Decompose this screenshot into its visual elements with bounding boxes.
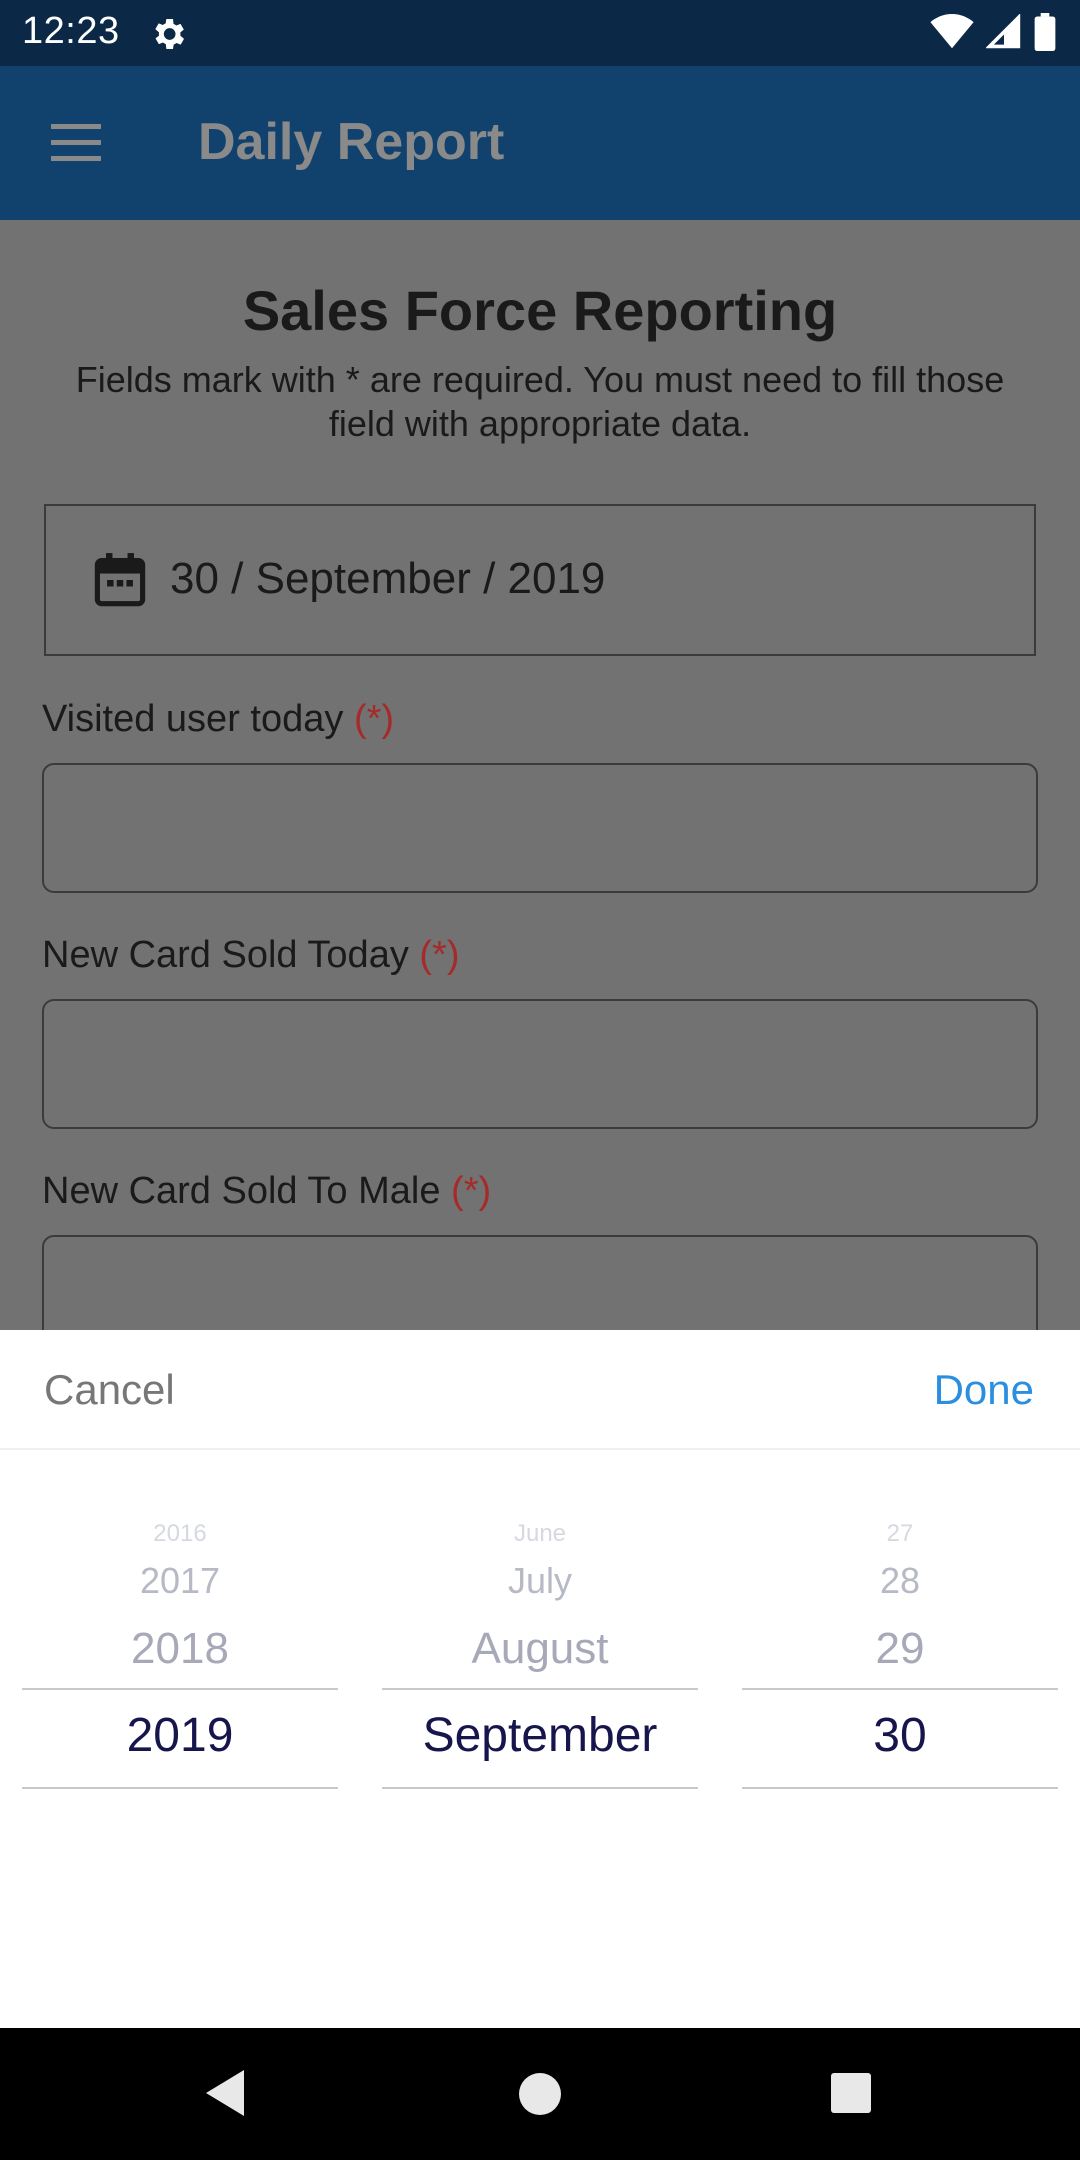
- settings-gear-icon: [155, 19, 184, 49]
- cell-signal-icon: [986, 14, 1021, 49]
- hamburger-menu-icon[interactable]: [48, 122, 106, 164]
- wheel-item[interactable]: June: [382, 1520, 698, 1548]
- new-card-male-label: New Card Sold To Male (*): [42, 1170, 492, 1212]
- battery-icon: [1034, 13, 1056, 51]
- selection-divider: [22, 1787, 338, 1789]
- month-wheel[interactable]: June July August September: [382, 1500, 698, 1800]
- new-card-male-input[interactable]: [42, 1235, 1038, 1330]
- recent-apps-icon[interactable]: [830, 2072, 872, 2114]
- date-field[interactable]: 30 / September / 2019: [44, 504, 1036, 656]
- year-wheel[interactable]: 2016 2017 2018 2019: [22, 1500, 338, 1800]
- wheel-item[interactable]: 29: [742, 1624, 1058, 1674]
- day-wheel[interactable]: 27 28 29 30: [742, 1500, 1058, 1800]
- selection-divider: [382, 1787, 698, 1789]
- visited-user-label: Visited user today (*): [42, 698, 395, 740]
- system-icons: [930, 12, 1056, 52]
- new-card-sold-label: New Card Sold Today (*): [42, 934, 460, 976]
- required-marker: (*): [419, 934, 460, 976]
- date-value: 30 / September / 2019: [170, 554, 606, 603]
- selection-divider: [742, 1787, 1058, 1789]
- wheel-item[interactable]: 27: [742, 1520, 1058, 1548]
- done-button[interactable]: Done: [934, 1366, 1034, 1414]
- wheel-item[interactable]: 2016: [22, 1520, 338, 1548]
- cancel-button[interactable]: Cancel: [44, 1366, 175, 1414]
- picker-toolbar: Cancel Done: [0, 1330, 1080, 1450]
- required-marker: (*): [451, 1170, 492, 1212]
- wheel-selected-item[interactable]: 30: [742, 1708, 1058, 1763]
- app-bar: Daily Report: [0, 66, 1080, 220]
- wheel-selected-item[interactable]: September: [382, 1708, 698, 1763]
- calendar-icon: [94, 553, 146, 607]
- wheel-item[interactable]: July: [382, 1560, 698, 1602]
- wheel-item[interactable]: 2017: [22, 1560, 338, 1602]
- wifi-icon: [930, 14, 974, 49]
- app-title: Daily Report: [198, 113, 505, 171]
- home-icon[interactable]: [518, 2072, 562, 2116]
- wheel-selected-item[interactable]: 2019: [22, 1708, 338, 1763]
- visited-user-input[interactable]: [42, 763, 1038, 893]
- selection-divider: [22, 1688, 338, 1690]
- selection-divider: [382, 1688, 698, 1690]
- back-icon[interactable]: [204, 2068, 246, 2118]
- wheel-item[interactable]: August: [382, 1624, 698, 1674]
- new-card-sold-input[interactable]: [42, 999, 1038, 1129]
- selection-divider: [742, 1688, 1058, 1690]
- status-bar: 12:23: [0, 0, 1080, 66]
- wheel-item[interactable]: 2018: [22, 1624, 338, 1674]
- status-time: 12:23: [22, 10, 120, 52]
- page-subtitle: Fields mark with * are required. You mus…: [75, 359, 1005, 444]
- wheel-item[interactable]: 28: [742, 1560, 1058, 1602]
- report-form: Sales Force Reporting Fields mark with *…: [0, 220, 1080, 1330]
- page-heading: Sales Force Reporting: [242, 279, 838, 342]
- required-marker: (*): [353, 698, 395, 740]
- navigation-bar: [0, 2028, 1080, 2160]
